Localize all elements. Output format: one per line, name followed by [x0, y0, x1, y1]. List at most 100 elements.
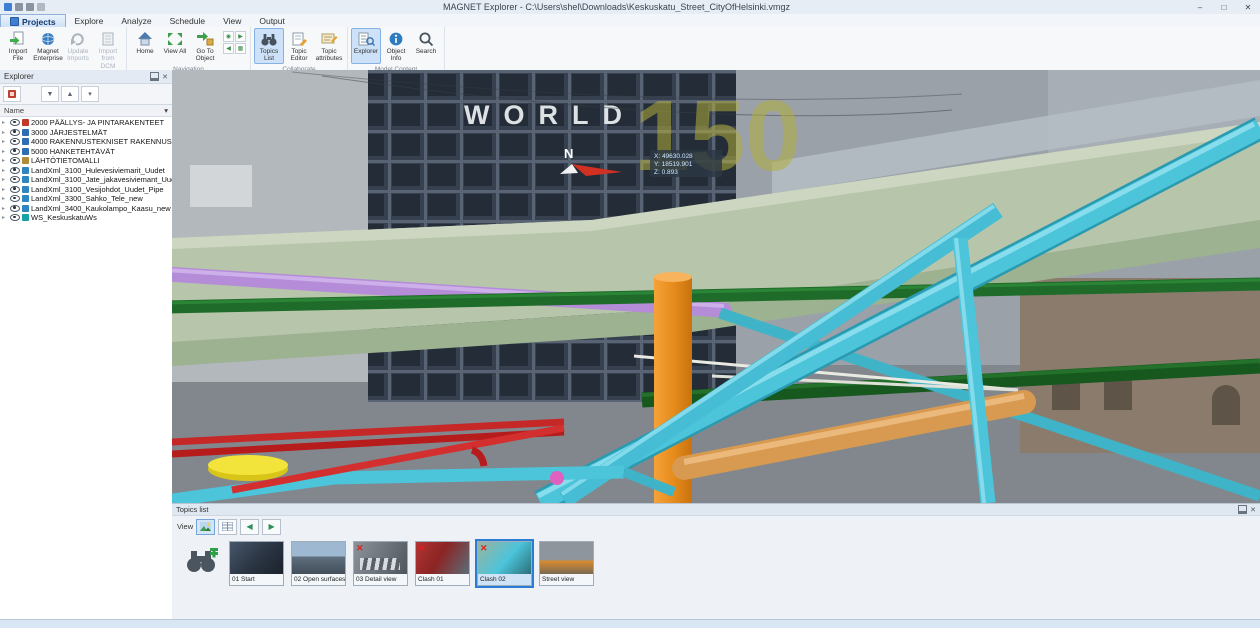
tree-item[interactable]: ▸LandXml_3300_Sahko_Tele_new	[0, 194, 172, 204]
undo-icon[interactable]	[37, 3, 45, 11]
3d-viewport[interactable]: WORLD 150 N	[172, 70, 1260, 503]
tree-item[interactable]: ▸ LandXml_3400_Kaukolampo_Kaasu_new	[0, 204, 172, 214]
tree-item[interactable]: ▸LandXml_3100_Jate_jakavesiviemant_Uudet	[0, 175, 172, 185]
tree-item[interactable]: ▸5000 HANKETEHTÄVÄT	[0, 147, 172, 157]
add-topic-button[interactable]	[180, 541, 222, 579]
globe-icon	[39, 31, 57, 47]
visibility-eye-icon[interactable]	[10, 167, 20, 174]
refresh-icon	[69, 31, 87, 47]
update-imports-button[interactable]: Update Imports	[63, 28, 93, 71]
pin-icon[interactable]	[1238, 505, 1247, 514]
tree-item[interactable]: ▸WS_KeskuskatuWs	[0, 213, 172, 223]
expand-arrow-icon[interactable]: ▸	[2, 119, 8, 126]
button-label: Explorer	[354, 48, 378, 55]
object-info-button[interactable]: Object Info	[381, 28, 411, 64]
topics-panel-title: Topics list	[176, 505, 209, 514]
expand-arrow-icon[interactable]: ▸	[2, 148, 8, 155]
layer-type-icon	[22, 186, 29, 193]
magnet-enterprise-button[interactable]: Magnet Enterprise	[33, 28, 63, 71]
topic-editor-button[interactable]: Topic Editor	[284, 28, 314, 64]
tab-explore[interactable]: Explore	[66, 14, 113, 27]
topic-attributes-button[interactable]: Topic attributes	[314, 28, 344, 64]
expand-all-button[interactable]: ▲	[61, 86, 79, 102]
search-button[interactable]: Search	[411, 28, 441, 64]
visibility-eye-icon[interactable]	[10, 129, 20, 136]
topic-thumbnail-label: 01 Start	[230, 574, 283, 585]
expand-arrow-icon[interactable]: ▸	[2, 186, 8, 193]
topic-thumbnail-selected[interactable]: Clash 02	[477, 541, 532, 586]
visibility-eye-icon[interactable]	[10, 138, 20, 145]
tree-item[interactable]: ▸2000 PÄÄLLYS- JA PINTARAKENTEET	[0, 118, 172, 128]
save-icon[interactable]	[15, 3, 23, 11]
tree-options-button[interactable]: ▾	[81, 86, 99, 102]
previous-topic-button[interactable]: ◀	[240, 519, 259, 535]
tree-item-label: LandXml_3400_Kaukolampo_Kaasu_new	[31, 204, 171, 213]
next-topic-button[interactable]: ▶	[262, 519, 281, 535]
visibility-eye-icon[interactable]	[10, 186, 20, 193]
expand-arrow-icon[interactable]: ▸	[2, 167, 8, 174]
topics-strip: 01 Start 02 Open surfaces 03 Detail view…	[172, 537, 1260, 590]
visibility-eye-icon[interactable]	[10, 157, 20, 164]
building-sign-text: WORLD	[464, 100, 636, 130]
explorer-button[interactable]: Explorer	[351, 28, 381, 64]
previous-view-button[interactable]: ◀	[223, 43, 234, 54]
tooltip-y: Y: 18519.901	[654, 161, 693, 168]
expand-arrow-icon[interactable]: ▸	[2, 214, 8, 221]
topics-list-button[interactable]: Topics List	[254, 28, 284, 64]
expand-arrow-icon[interactable]: ▸	[2, 129, 8, 136]
explorer-panel: Explorer ✕ ▼ ▲ ▾ Name ▾ ▸2000 PÄÄLLYS- J…	[0, 70, 173, 620]
walk-mode-button[interactable]: ▶	[235, 31, 246, 42]
import-from-dcm-button[interactable]: Import from DCM	[93, 28, 123, 71]
pin-icon[interactable]	[150, 72, 159, 81]
close-panel-icon[interactable]: ✕	[162, 73, 168, 81]
tree-item[interactable]: ▸LandXml_3100_Vesijohdot_Uudet_Pipe	[0, 185, 172, 195]
import-file-button[interactable]: Import File	[3, 28, 33, 71]
view-all-button[interactable]: View All	[160, 28, 190, 64]
visibility-eye-icon[interactable]	[10, 148, 20, 155]
topic-thumbnail[interactable]: 02 Open surfaces	[291, 541, 346, 586]
column-filter-icon[interactable]: ▾	[164, 106, 168, 115]
tree-item[interactable]: ▸LÄHTÖTIETOMALLI	[0, 156, 172, 166]
expand-arrow-icon[interactable]: ▸	[2, 138, 8, 145]
expand-arrow-icon[interactable]: ▸	[2, 195, 8, 202]
tab-output[interactable]: Output	[250, 14, 294, 27]
topic-thumbnail[interactable]: 01 Start	[229, 541, 284, 586]
tab-view[interactable]: View	[214, 14, 250, 27]
expand-arrow-icon[interactable]: ▸	[2, 176, 8, 183]
model-tree: ▸2000 PÄÄLLYS- JA PINTARAKENTEET ▸3000 J…	[0, 117, 172, 620]
table-view-button[interactable]	[218, 519, 237, 535]
model-icon	[7, 89, 17, 99]
image-view-button[interactable]	[196, 519, 215, 535]
open-icon[interactable]	[26, 3, 34, 11]
orbit-mode-button[interactable]: ◉	[223, 31, 234, 42]
button-label: Home	[136, 48, 153, 55]
collapse-all-button[interactable]: ▼	[41, 86, 59, 102]
topic-thumbnail[interactable]: Street view	[539, 541, 594, 586]
model-filter-button[interactable]	[3, 86, 21, 102]
visibility-eye-icon[interactable]	[10, 119, 20, 126]
binoculars-add-icon	[184, 546, 218, 574]
minimize-button[interactable]: –	[1188, 0, 1212, 14]
expand-arrow-icon[interactable]: ▸	[2, 205, 8, 212]
grid-view-button[interactable]: ▦	[235, 43, 246, 54]
close-panel-icon[interactable]: ✕	[1250, 506, 1256, 514]
tab-projects[interactable]: Projects	[0, 14, 66, 27]
maximize-button[interactable]: □	[1212, 0, 1236, 14]
tab-analyze[interactable]: Analyze	[112, 14, 160, 27]
app-icon[interactable]	[4, 3, 12, 11]
topic-thumbnail[interactable]: 03 Detail view	[353, 541, 408, 586]
visibility-eye-icon[interactable]	[10, 205, 20, 212]
tree-column-header[interactable]: Name ▾	[0, 105, 172, 117]
tree-item[interactable]: ▸LandXml_3100_Hulevesiviemarit_Uudet	[0, 166, 172, 176]
expand-arrow-icon[interactable]: ▸	[2, 157, 8, 164]
visibility-eye-icon[interactable]	[10, 176, 20, 183]
go-to-object-button[interactable]: Go To Object	[190, 28, 220, 64]
tree-item[interactable]: ▸3000 JÄRJESTELMÄT	[0, 128, 172, 138]
topic-thumbnail[interactable]: Clash 01	[415, 541, 470, 586]
tree-item[interactable]: ▸4000 RAKENNUSTEKNISET RAKENNUSOSAT	[0, 137, 172, 147]
visibility-eye-icon[interactable]	[10, 195, 20, 202]
tab-schedule[interactable]: Schedule	[161, 14, 214, 27]
home-button[interactable]: Home	[130, 28, 160, 64]
visibility-eye-icon[interactable]	[10, 214, 20, 221]
close-button[interactable]: ✕	[1236, 0, 1260, 14]
